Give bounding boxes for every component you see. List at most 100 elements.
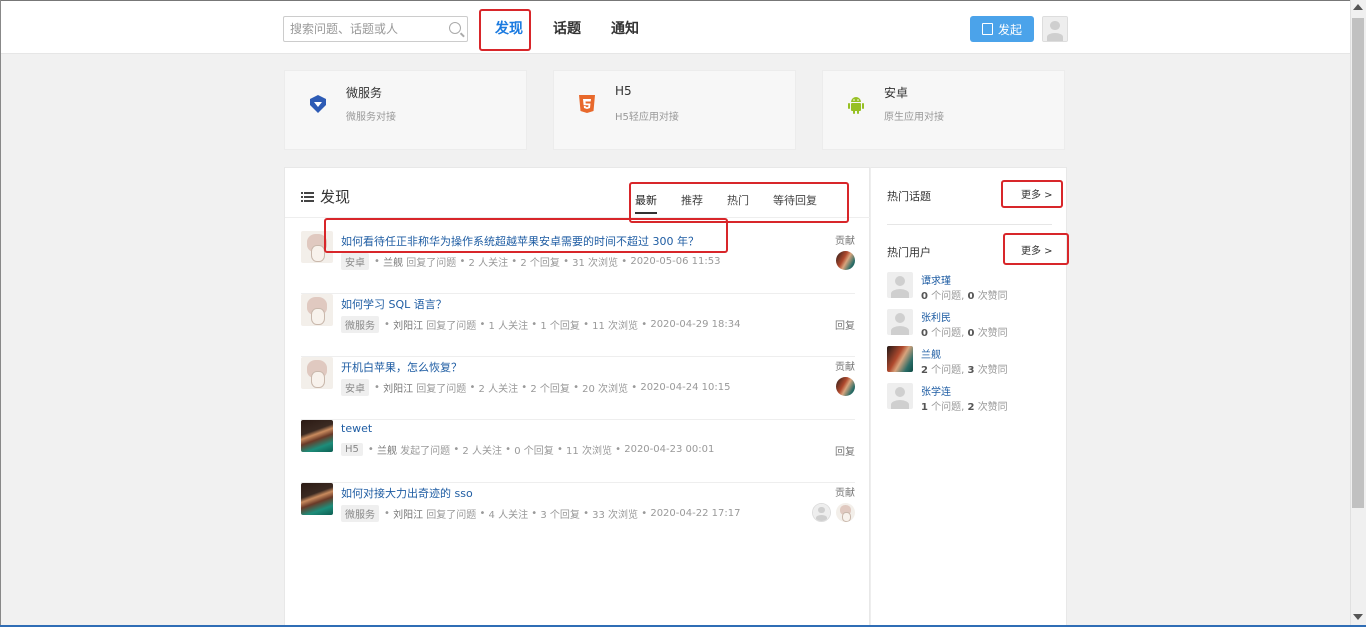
author-avatar[interactable] — [301, 420, 333, 452]
launch-button[interactable]: 发起 — [970, 16, 1034, 42]
follow-count: 4 人关注 — [488, 510, 529, 521]
user-avatar[interactable] — [887, 346, 913, 372]
question-meta: 微服务 • 刘阳江 回复了问题 • 4 人关注 • 3 个回复 • 33 次浏览 … — [341, 505, 740, 522]
question-row: 如何学习 SQL 语言？ 微服务 • 刘阳江 回复了问题 • 1 人关注 • 1 … — [301, 294, 855, 357]
timestamp: 2020-04-24 10:15 — [640, 382, 731, 393]
category-card-android[interactable]: 安卓 原生应用对接 — [822, 70, 1065, 150]
topic-tag[interactable]: 安卓 — [341, 253, 369, 270]
user-avatar[interactable] — [1042, 16, 1068, 42]
hot-user-item: 张学连 1 个问题, 2 次赞同 — [887, 383, 1057, 413]
user-name[interactable]: 谭求瑾 — [921, 272, 951, 287]
action-text: 回复了问题 — [416, 384, 467, 395]
search-icon[interactable] — [449, 22, 461, 34]
question-meta: 安卓 • 刘阳江 回复了问题 • 2 人关注 • 2 个回复 • 20 次浏览 •… — [341, 379, 730, 396]
question-title[interactable]: 如何学习 SQL 语言？ — [341, 296, 447, 312]
question-title[interactable]: 如何对接大力出奇迹的 sso — [341, 485, 473, 501]
question-title[interactable]: tewet — [341, 422, 372, 435]
user-stats: 2 个问题, 3 次赞同 — [921, 365, 1008, 376]
user-avatar[interactable] — [887, 272, 913, 298]
scroll-up-arrow-icon[interactable] — [1353, 4, 1363, 10]
divider — [887, 224, 1052, 225]
user-link[interactable]: 刘阳江 — [393, 506, 423, 521]
follow-count: 2 人关注 — [468, 258, 509, 269]
scrollbar-thumb[interactable] — [1352, 18, 1364, 508]
highlight-box-tabs — [629, 182, 849, 223]
reply-label: 回复 — [835, 321, 855, 332]
reply-count: 3 个回复 — [540, 510, 580, 521]
question-title[interactable]: 开机白苹果，怎么恢复？ — [341, 359, 462, 375]
follow-count: 2 人关注 — [462, 446, 502, 457]
author-avatar[interactable] — [301, 294, 333, 326]
hot-user-item: 张利民 0 个问题, 0 次赞同 — [887, 309, 1057, 339]
contributor-avatar[interactable] — [836, 377, 855, 396]
hot-topics-heading: 热门话题 — [887, 190, 931, 203]
view-count: 11 次浏览 — [592, 321, 639, 332]
user-name[interactable]: 兰舰 — [921, 346, 941, 361]
action-text: 回复了问题 — [426, 321, 477, 332]
category-card-h5[interactable]: H5 H5轻应用对接 — [553, 70, 796, 150]
question-meta: 安卓 • 兰舰 回复了问题 • 2 人关注 • 2 个回复 • 31 次浏览 • … — [341, 253, 720, 270]
category-card-microservice[interactable]: 微服务 微服务对接 — [284, 70, 527, 150]
user-link[interactable]: 兰舰 — [377, 442, 397, 457]
top-navbar — [1, 1, 1350, 54]
search-input[interactable] — [284, 17, 439, 41]
question-row: 开机白苹果，怎么恢复？ 安卓 • 刘阳江 回复了问题 • 2 人关注 • 2 个回… — [301, 357, 855, 420]
question-meta: H5 • 兰舰 发起了问题 • 2 人关注 • 0 个回复 • 11 次浏览 • … — [341, 442, 714, 457]
reply-label: 回复 — [835, 447, 855, 458]
reply-count: 1 个回复 — [540, 321, 580, 332]
highlight-box-users-more — [1003, 233, 1069, 265]
reply-count: 0 个回复 — [514, 446, 554, 457]
view-count: 11 次浏览 — [566, 446, 612, 457]
contributor-avatar[interactable] — [836, 251, 855, 270]
view-count: 20 次浏览 — [582, 384, 629, 395]
timestamp: 2020-05-06 11:53 — [630, 256, 721, 267]
contribution-label: 贡献 — [835, 236, 855, 247]
window-left-border — [0, 0, 1, 627]
user-link[interactable]: 兰舰 — [383, 254, 403, 269]
timestamp: 2020-04-22 17:17 — [650, 508, 741, 519]
topic-tag[interactable]: 微服务 — [341, 316, 379, 333]
contributor-avatar[interactable] — [812, 503, 831, 522]
scroll-down-arrow-icon[interactable] — [1353, 614, 1363, 620]
nav-topics[interactable]: 话题 — [553, 18, 581, 38]
question-meta: 微服务 • 刘阳江 回复了问题 • 1 人关注 • 1 个回复 • 11 次浏览 … — [341, 316, 740, 333]
user-avatar[interactable] — [887, 383, 913, 409]
topic-tag[interactable]: 微服务 — [341, 505, 379, 522]
highlight-box-topics-more — [1001, 180, 1063, 208]
follow-count: 1 人关注 — [488, 321, 529, 332]
user-name[interactable]: 张利民 — [921, 309, 951, 324]
publish-icon — [981, 23, 993, 35]
view-count: 33 次浏览 — [592, 510, 639, 521]
category-subtitle: H5轻应用对接 — [615, 112, 679, 123]
nav-notifications[interactable]: 通知 — [611, 18, 639, 38]
category-subtitle: 原生应用对接 — [884, 112, 944, 123]
topic-tag[interactable]: 安卓 — [341, 379, 369, 396]
user-name[interactable]: 张学连 — [921, 383, 951, 398]
follow-count: 2 人关注 — [478, 384, 519, 395]
author-avatar[interactable] — [301, 357, 333, 389]
hot-user-item: 兰舰 2 个问题, 3 次赞同 — [887, 346, 1057, 376]
category-title: 安卓 — [884, 86, 909, 100]
reply-count: 2 个回复 — [520, 258, 560, 269]
timestamp: 2020-04-29 18:34 — [650, 319, 741, 330]
html5-icon — [579, 95, 595, 113]
action-text: 发起了问题 — [400, 446, 451, 457]
topic-tag[interactable]: H5 — [341, 443, 363, 456]
shield-diamond-icon — [310, 95, 326, 113]
launch-button-label: 发起 — [997, 22, 1022, 37]
action-text: 回复了问题 — [426, 510, 477, 521]
contribution-label: 贡献 — [835, 362, 855, 373]
question-row: tewet H5 • 兰舰 发起了问题 • 2 人关注 • 0 个回复 • 11 … — [301, 420, 855, 483]
hot-user-item: 谭求瑾 0 个问题, 0 次赞同 — [887, 272, 1057, 302]
android-icon — [848, 97, 864, 114]
user-link[interactable]: 刘阳江 — [393, 317, 423, 332]
user-link[interactable]: 刘阳江 — [383, 380, 413, 395]
highlight-box-question — [324, 218, 728, 253]
panel-title: 发现 — [301, 186, 350, 207]
highlight-box-nav — [479, 9, 531, 51]
user-avatar[interactable] — [887, 309, 913, 335]
author-avatar[interactable] — [301, 483, 333, 515]
search-box[interactable] — [283, 16, 468, 42]
action-text: 回复了问题 — [406, 258, 457, 269]
contributor-avatar[interactable] — [836, 503, 855, 522]
